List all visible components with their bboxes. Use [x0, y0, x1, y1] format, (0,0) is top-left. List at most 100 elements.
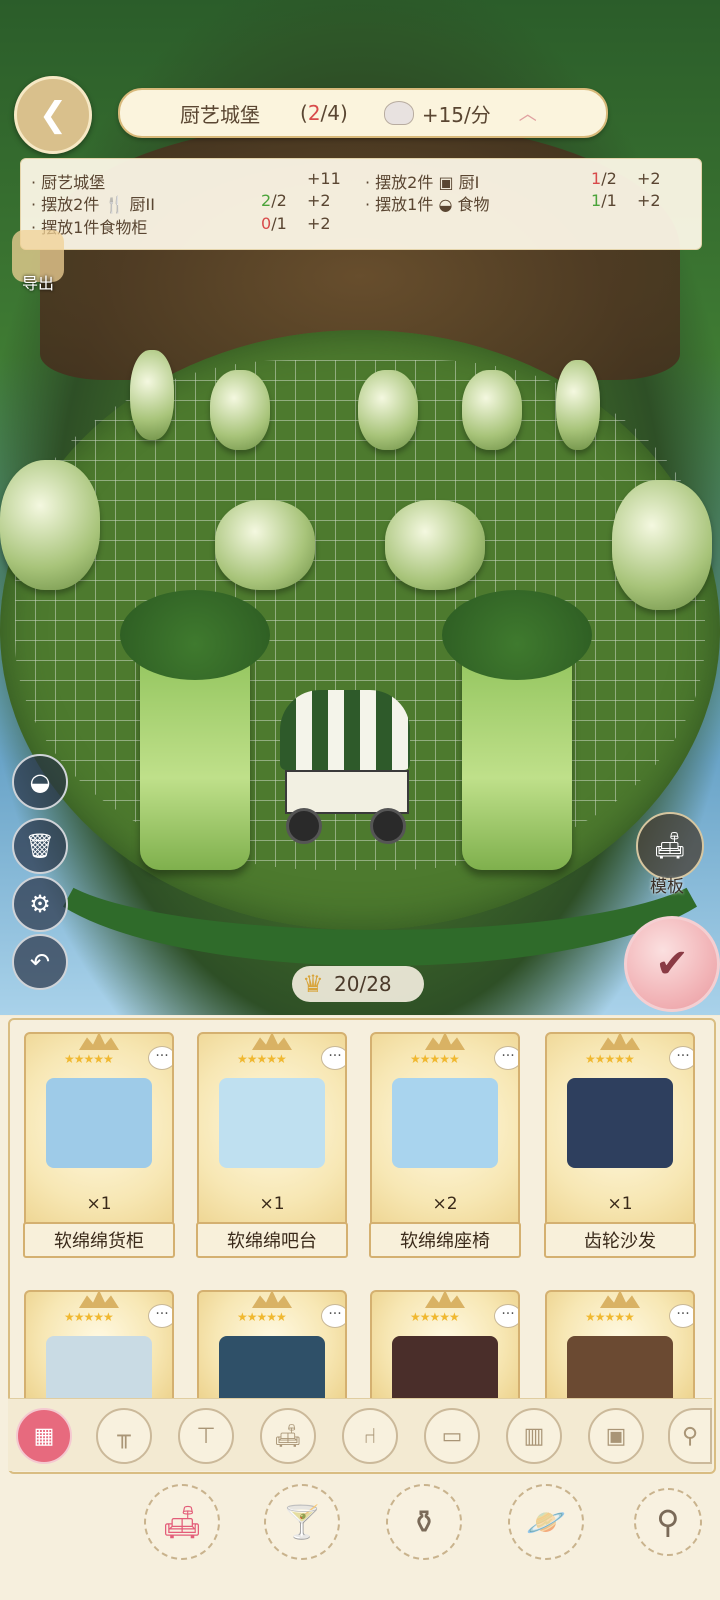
crown-icon	[252, 1292, 292, 1308]
set-bonus-panel: · 厨艺城堡 +11 · 摆放2件 ▣ 厨I 1/2 +2 · 摆放2件 🍴 厨…	[20, 158, 702, 250]
chef-hat-icon	[383, 101, 414, 125]
more-button[interactable]: ···	[321, 1304, 345, 1328]
template-button[interactable]: 🛋	[636, 812, 704, 880]
cabinet-icon: ▥	[523, 1423, 545, 1449]
more-button[interactable]: ···	[669, 1046, 693, 1070]
set-name: 厨艺城堡	[180, 102, 260, 127]
table-furniture[interactable]	[385, 500, 485, 590]
undo-button[interactable]: ↶	[12, 934, 68, 990]
throne-icon: ♛	[302, 970, 324, 998]
stove-icon: ▣	[605, 1423, 627, 1449]
stove-furniture[interactable]	[210, 370, 270, 450]
leaf-cabinet[interactable]	[120, 590, 270, 870]
trash-icon: 🗑	[24, 832, 56, 860]
item-quantity: ×1	[607, 1194, 633, 1214]
item-quantity: ×1	[86, 1194, 112, 1214]
bonus-value: +2	[637, 169, 661, 188]
item-quantity: ×2	[432, 1194, 458, 1214]
more-button[interactable]: ···	[321, 1046, 345, 1070]
nav-search-button[interactable]: ⚲	[634, 1488, 702, 1556]
crown-icon	[425, 1034, 465, 1050]
item-card[interactable]: ★★★★★ ··· ×1	[545, 1032, 695, 1236]
item-card[interactable]: ★★★★★ ··· ×1	[197, 1032, 347, 1236]
crown-icon	[79, 1292, 119, 1308]
rarity-stars: ★★★★★	[585, 1052, 635, 1066]
nav-furniture-button[interactable]: 🛋	[144, 1484, 220, 1560]
crown-icon	[600, 1292, 640, 1308]
category-chair-button[interactable]: ⑁	[342, 1408, 398, 1464]
table-furniture[interactable]	[215, 500, 315, 590]
bonus-row-castle: · 厨艺城堡	[31, 173, 106, 192]
bonus-progress: 1/1	[591, 191, 617, 210]
bonus-progress: 2/2	[261, 191, 287, 210]
stove-furniture[interactable]	[358, 370, 418, 450]
rarity-stars: ★★★★★	[585, 1310, 635, 1324]
bonus-value: +2	[307, 214, 331, 233]
settings-button[interactable]: ⚙	[12, 876, 68, 932]
nav-cocktail-button[interactable]: 🍸	[264, 1484, 340, 1560]
item-image	[219, 1336, 325, 1400]
item-name: 软绵绵座椅	[369, 1222, 521, 1258]
nav-vase-button[interactable]: ⚱	[386, 1484, 462, 1560]
half-circle-icon: ◒	[29, 768, 51, 796]
item-card[interactable]: ★★★★★ ··· ×2	[370, 1032, 520, 1236]
back-button[interactable]: ❮	[14, 76, 92, 154]
template-label: 模板	[650, 877, 684, 897]
income-rate: +15/分	[421, 102, 491, 127]
item-image	[392, 1078, 498, 1168]
flower-vase-furniture[interactable]	[0, 460, 100, 590]
bonus-progress: 1/2	[591, 169, 617, 188]
gear-icon: ⚙	[29, 890, 51, 918]
lamp-furniture[interactable]	[130, 350, 174, 440]
more-button[interactable]: ···	[669, 1304, 693, 1328]
item-image	[567, 1336, 673, 1400]
rarity-stars: ★★★★★	[410, 1310, 460, 1324]
rarity-stars: ★★★★★	[64, 1310, 114, 1324]
sofa-icon: 🛋	[274, 1423, 302, 1449]
cart-wheel	[370, 808, 406, 844]
chair-icon: ⑁	[363, 1423, 377, 1449]
category-all-button[interactable]: ▦	[16, 1408, 72, 1464]
item-card[interactable]: ★★★★★ ···	[24, 1290, 174, 1400]
more-button[interactable]: ···	[494, 1304, 518, 1328]
room-scene[interactable]	[0, 0, 720, 1015]
confirm-button[interactable]: ✔	[624, 916, 720, 1012]
sofa-icon: 🛋	[653, 831, 687, 861]
food-cart[interactable]	[280, 690, 410, 850]
category-lamp-button[interactable]: ⚲	[668, 1408, 712, 1464]
category-bed-button[interactable]: ▭	[424, 1408, 480, 1464]
lamp-furniture[interactable]	[556, 360, 600, 450]
set-progress: (2/4)	[300, 101, 348, 125]
set-title-bar[interactable]: 厨艺城堡 (2/4) +15/分 ︿	[118, 88, 608, 138]
leaf-cabinet[interactable]	[442, 590, 592, 870]
cart-wheel	[286, 808, 322, 844]
category-sofa-button[interactable]: 🛋	[260, 1408, 316, 1464]
stove-furniture[interactable]	[462, 370, 522, 450]
item-card[interactable]: ★★★★★ ···	[370, 1290, 520, 1400]
cocktail-icon: 🍸	[282, 1503, 322, 1541]
more-button[interactable]: ···	[494, 1046, 518, 1070]
delete-button[interactable]: 🗑	[12, 818, 68, 874]
more-button[interactable]: ···	[148, 1046, 172, 1070]
item-name: 软绵绵吧台	[196, 1222, 348, 1258]
flower-vase-furniture[interactable]	[612, 480, 712, 610]
bonus-value: +11	[307, 169, 341, 188]
item-card[interactable]: ★★★★★ ··· ×1	[24, 1032, 174, 1236]
item-card[interactable]: ★★★★★ ···	[545, 1290, 695, 1400]
more-button[interactable]: ···	[148, 1304, 172, 1328]
item-name: 齿轮沙发	[544, 1222, 696, 1258]
bonus-row-kitchen2: · 摆放2件 🍴 厨II	[31, 195, 155, 214]
bottom-nav	[0, 1476, 720, 1600]
chevron-up-icon[interactable]: ︿	[519, 100, 537, 126]
planet-icon: 🪐	[526, 1503, 566, 1541]
nav-planet-button[interactable]: 🪐	[508, 1484, 584, 1560]
back-arrow-icon: ❮	[38, 95, 68, 135]
category-round-table-button[interactable]: ⊤	[178, 1408, 234, 1464]
item-card[interactable]: ★★★★★ ···	[197, 1290, 347, 1400]
category-cabinet-button[interactable]: ▥	[506, 1408, 562, 1464]
category-stove-button[interactable]: ▣	[588, 1408, 644, 1464]
mode-toggle-button[interactable]: ◒	[12, 754, 68, 810]
category-table-button[interactable]: ╥	[96, 1408, 152, 1464]
furniture-icon: 🛋	[161, 1503, 203, 1541]
item-image	[46, 1336, 152, 1400]
